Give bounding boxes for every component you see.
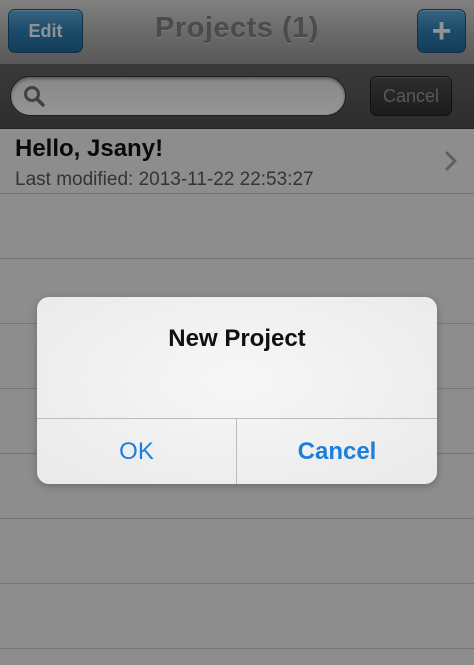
screen: Edit Projects (1) + Cancel Hello, Jsany!… [0, 0, 474, 665]
new-project-alert: New Project OK Cancel [37, 297, 437, 484]
alert-ok-button[interactable]: OK [37, 419, 236, 484]
alert-cancel-button[interactable]: Cancel [237, 419, 437, 484]
alert-title: New Project [168, 325, 306, 352]
